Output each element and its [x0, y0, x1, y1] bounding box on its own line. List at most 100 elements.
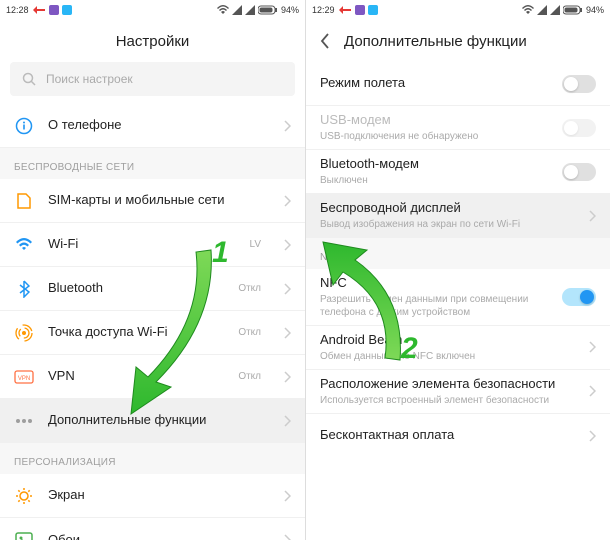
row-secure-element[interactable]: Расположение элемента безопасности Испол…: [306, 370, 610, 414]
app-icon: [355, 5, 365, 15]
row-title: SIM-карты и мобильные сети: [48, 192, 269, 209]
row-title: Wi-Fi: [48, 236, 236, 253]
row-subtitle: Выключен: [320, 174, 548, 187]
row-bt-tether[interactable]: Bluetooth-модем Выключен: [306, 150, 610, 194]
row-subtitle: Обмен данными по NFC включен: [320, 350, 574, 363]
signal-icon: [537, 5, 547, 15]
page-title: Дополнительные функции: [344, 33, 527, 50]
battery-icon: [563, 5, 583, 15]
chevron-right-icon: [283, 327, 291, 339]
row-title: Обои: [48, 532, 269, 540]
chevron-right-icon: [588, 430, 596, 442]
wifi-icon: [14, 238, 34, 252]
app-icon: [49, 5, 59, 15]
section-nfc: NFC: [306, 238, 610, 269]
row-title: Бесконтактная оплата: [320, 427, 574, 444]
wifi-icon: [217, 5, 229, 15]
toggle-nfc[interactable]: [562, 288, 596, 306]
row-subtitle: Используется встроенный элемент безопасн…: [320, 394, 574, 407]
page-header: Дополнительные функции: [306, 20, 610, 62]
signal-icon: [245, 5, 255, 15]
app-icon: [62, 5, 72, 15]
row-subtitle: Вывод изображения на экран по сети Wi-Fi: [320, 218, 574, 231]
row-wifi[interactable]: Wi-Fi LV: [0, 223, 305, 267]
row-title: Android Beam: [320, 332, 574, 349]
row-title: Точка доступа Wi-Fi: [48, 324, 224, 341]
wifi-icon: [522, 5, 534, 15]
status-battery: 94%: [586, 5, 604, 15]
row-meta: Откл: [238, 327, 261, 338]
chevron-right-icon: [283, 195, 291, 207]
row-title: USB-модем: [320, 112, 548, 129]
brightness-icon: [14, 487, 34, 505]
left-screen: 12:28 94% Настройки Поиск настроек О тел…: [0, 0, 305, 540]
row-meta: Откл: [238, 283, 261, 294]
signal-icon: [550, 5, 560, 15]
row-display[interactable]: Экран: [0, 474, 305, 518]
row-title: Экран: [48, 487, 269, 504]
toggle-airplane[interactable]: [562, 75, 596, 93]
row-nfc[interactable]: NFC Разрешить обмен данными при совмещен…: [306, 269, 610, 326]
chevron-right-icon: [283, 120, 291, 132]
row-title: Режим полета: [320, 75, 548, 92]
row-title: NFC: [320, 275, 548, 292]
page-title: Настройки: [0, 20, 305, 62]
right-screen: 12:29 94% Дополнительные функции Режим п…: [305, 0, 610, 540]
status-time: 12:29: [312, 5, 335, 15]
row-title: Беспроводной дисплей: [320, 200, 574, 217]
toggle-usb: [562, 119, 596, 137]
battery-icon: [258, 5, 278, 15]
signal-icon: [232, 5, 242, 15]
row-vpn[interactable]: VPN VPN Откл: [0, 355, 305, 399]
row-title: О телефоне: [48, 117, 269, 134]
svg-text:VPN: VPN: [18, 376, 30, 382]
row-meta: Откл: [238, 371, 261, 382]
status-time: 12:28: [6, 5, 29, 15]
row-airplane[interactable]: Режим полета: [306, 62, 610, 106]
image-icon: [14, 532, 34, 540]
row-contactless-pay[interactable]: Бесконтактная оплата: [306, 414, 610, 458]
app-icon: [368, 5, 378, 15]
search-input[interactable]: Поиск настроек: [10, 62, 295, 96]
status-bar: 12:29 94%: [306, 0, 610, 20]
hotspot-icon: [14, 324, 34, 342]
chevron-right-icon: [283, 371, 291, 383]
chevron-right-icon: [283, 283, 291, 295]
chevron-right-icon: [588, 385, 596, 397]
row-wallpaper[interactable]: Обои: [0, 518, 305, 540]
chevron-right-icon: [283, 490, 291, 502]
row-title: Дополнительные функции: [48, 412, 269, 429]
row-subtitle: USB-подключения не обнаружено: [320, 130, 548, 143]
sim-icon: [14, 192, 34, 210]
section-wireless: БЕСПРОВОДНЫЕ СЕТИ: [0, 148, 305, 179]
status-battery: 94%: [281, 5, 299, 15]
row-hotspot[interactable]: Точка доступа Wi-Fi Откл: [0, 311, 305, 355]
chevron-right-icon: [283, 239, 291, 251]
status-bar: 12:28 94%: [0, 0, 305, 20]
row-usb-tether: USB-модем USB-подключения не обнаружено: [306, 106, 610, 150]
chevron-right-icon: [588, 210, 596, 222]
search-icon: [22, 72, 36, 86]
row-about-phone[interactable]: О телефоне: [0, 104, 305, 148]
info-icon: [14, 117, 34, 135]
back-icon[interactable]: [320, 33, 330, 49]
row-android-beam[interactable]: Android Beam Обмен данными по NFC включе…: [306, 326, 610, 370]
row-title: Bluetooth-модем: [320, 156, 548, 173]
chevron-right-icon: [588, 341, 596, 353]
row-title: VPN: [48, 368, 224, 385]
row-title: Bluetooth: [48, 280, 224, 297]
row-wireless-display[interactable]: Беспроводной дисплей Вывод изображения н…: [306, 194, 610, 238]
vpn-icon: VPN: [14, 370, 34, 384]
section-personalization: ПЕРСОНАЛИЗАЦИЯ: [0, 443, 305, 474]
chevron-right-icon: [283, 534, 291, 540]
row-bluetooth[interactable]: Bluetooth Откл: [0, 267, 305, 311]
row-subtitle: Разрешить обмен данными при совмещении т…: [320, 293, 548, 319]
bluetooth-icon: [14, 280, 34, 298]
toggle-bt-tether[interactable]: [562, 163, 596, 181]
row-additional-functions[interactable]: Дополнительные функции: [0, 399, 305, 443]
more-icon: [14, 418, 34, 424]
row-title: Расположение элемента безопасности: [320, 376, 574, 393]
row-meta: LV: [250, 239, 262, 250]
chevron-right-icon: [283, 415, 291, 427]
row-sim[interactable]: SIM-карты и мобильные сети: [0, 179, 305, 223]
